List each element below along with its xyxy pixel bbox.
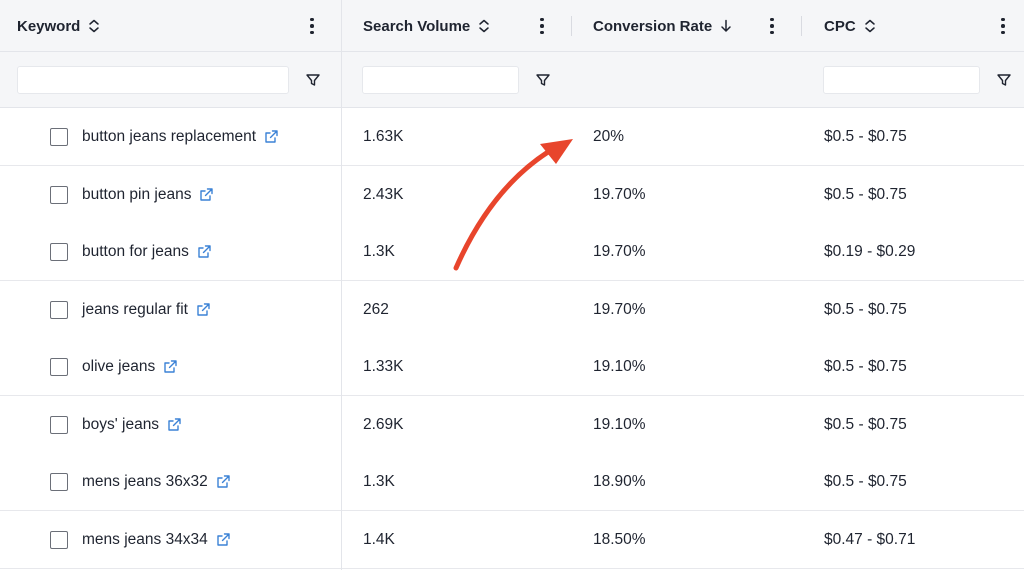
keyword-text: button pin jeans bbox=[82, 185, 192, 203]
keyword-cell: mens jeans 36x32 bbox=[82, 453, 231, 510]
row-checkbox[interactable] bbox=[50, 243, 68, 261]
column-divider bbox=[571, 16, 572, 36]
row-checkbox[interactable] bbox=[50, 416, 68, 434]
arrow-down-icon[interactable] bbox=[720, 19, 732, 33]
column-header-cpc[interactable]: CPC bbox=[824, 0, 876, 52]
external-link-icon[interactable] bbox=[199, 187, 214, 202]
table-row: button jeans replacement 1.63K 20% $0.5 … bbox=[0, 108, 1024, 166]
column-divider bbox=[341, 0, 342, 570]
table-row: button pin jeans 2.43K 19.70% $0.5 - $0.… bbox=[0, 166, 1024, 224]
keyword-table: Keyword Search Volume Conversion Rate CP… bbox=[0, 0, 1024, 570]
table-row: mens jeans 36x32 1.3K 18.90% $0.5 - $0.7… bbox=[0, 453, 1024, 511]
external-link-icon[interactable] bbox=[264, 129, 279, 144]
row-checkbox[interactable] bbox=[50, 473, 68, 491]
sort-updown-icon[interactable] bbox=[864, 19, 876, 33]
search-volume-filter-input[interactable] bbox=[362, 66, 519, 94]
column-header-label: Conversion Rate bbox=[593, 17, 713, 35]
column-header-search-volume[interactable]: Search Volume bbox=[363, 0, 490, 52]
keyword-text: jeans regular fit bbox=[82, 300, 188, 318]
cpc-cell: $0.47 - $0.71 bbox=[824, 530, 916, 548]
conversion-rate-cell: 19.10% bbox=[593, 357, 646, 375]
filter-row bbox=[0, 52, 1024, 108]
row-checkbox[interactable] bbox=[50, 128, 68, 146]
kebab-menu-icon[interactable] bbox=[998, 16, 1008, 36]
column-header-label: Keyword bbox=[17, 17, 81, 35]
cpc-cell: $0.5 - $0.75 bbox=[824, 357, 907, 375]
keyword-text: button jeans replacement bbox=[82, 127, 257, 145]
cpc-cell: $0.5 - $0.75 bbox=[824, 415, 907, 433]
conversion-rate-cell: 19.70% bbox=[593, 242, 646, 260]
funnel-filter-icon[interactable] bbox=[534, 71, 552, 89]
keyword-text: button for jeans bbox=[82, 242, 189, 260]
table-row: boys' jeans 2.69K 19.10% $0.5 - $0.75 bbox=[0, 396, 1024, 454]
external-link-icon[interactable] bbox=[197, 244, 212, 259]
search-volume-cell: 1.4K bbox=[363, 530, 395, 548]
keyword-text: mens jeans 34x34 bbox=[82, 530, 208, 548]
kebab-menu-icon[interactable] bbox=[767, 16, 777, 36]
keyword-text: boys' jeans bbox=[82, 415, 160, 433]
search-volume-cell: 1.63K bbox=[363, 127, 404, 145]
keyword-cell: button pin jeans bbox=[82, 166, 214, 223]
cpc-cell: $0.19 - $0.29 bbox=[824, 242, 916, 260]
conversion-rate-cell: 18.50% bbox=[593, 530, 646, 548]
keyword-filter-input[interactable] bbox=[17, 66, 289, 94]
funnel-filter-icon[interactable] bbox=[995, 71, 1013, 89]
sort-updown-icon[interactable] bbox=[88, 19, 100, 33]
cpc-filter-input[interactable] bbox=[823, 66, 980, 94]
row-checkbox[interactable] bbox=[50, 186, 68, 204]
table-header-row: Keyword Search Volume Conversion Rate CP… bbox=[0, 0, 1024, 52]
funnel-filter-icon[interactable] bbox=[304, 71, 322, 89]
keyword-cell: button for jeans bbox=[82, 223, 212, 280]
external-link-icon[interactable] bbox=[163, 359, 178, 374]
keyword-cell: mens jeans 34x34 bbox=[82, 511, 231, 568]
external-link-icon[interactable] bbox=[216, 474, 231, 489]
row-checkbox[interactable] bbox=[50, 301, 68, 319]
keyword-cell: boys' jeans bbox=[82, 396, 182, 453]
search-volume-cell: 1.33K bbox=[363, 357, 404, 375]
table-row: olive jeans 1.33K 19.10% $0.5 - $0.75 bbox=[0, 338, 1024, 396]
cpc-cell: $0.5 - $0.75 bbox=[824, 472, 907, 490]
conversion-rate-cell: 19.10% bbox=[593, 415, 646, 433]
keyword-text: olive jeans bbox=[82, 357, 156, 375]
search-volume-cell: 1.3K bbox=[363, 242, 395, 260]
conversion-rate-cell: 18.90% bbox=[593, 472, 646, 490]
conversion-rate-cell: 19.70% bbox=[593, 300, 646, 318]
table-row: button for jeans 1.3K 19.70% $0.19 - $0.… bbox=[0, 223, 1024, 281]
search-volume-cell: 262 bbox=[363, 300, 389, 318]
cpc-cell: $0.5 - $0.75 bbox=[824, 127, 907, 145]
column-header-conversion-rate[interactable]: Conversion Rate bbox=[593, 0, 732, 52]
keyword-cell: button jeans replacement bbox=[82, 108, 279, 165]
column-header-label: CPC bbox=[824, 17, 856, 35]
column-divider bbox=[801, 16, 802, 36]
keyword-text: mens jeans 36x32 bbox=[82, 472, 208, 490]
kebab-menu-icon[interactable] bbox=[307, 16, 317, 36]
kebab-menu-icon[interactable] bbox=[537, 16, 547, 36]
external-link-icon[interactable] bbox=[196, 302, 211, 317]
keyword-cell: jeans regular fit bbox=[82, 281, 211, 338]
column-header-label: Search Volume bbox=[363, 17, 471, 35]
external-link-icon[interactable] bbox=[167, 417, 182, 432]
table-row: jeans regular fit 262 19.70% $0.5 - $0.7… bbox=[0, 281, 1024, 339]
sort-updown-icon[interactable] bbox=[478, 19, 490, 33]
column-header-keyword[interactable]: Keyword bbox=[17, 0, 100, 52]
conversion-rate-cell: 19.70% bbox=[593, 185, 646, 203]
search-volume-cell: 1.3K bbox=[363, 472, 395, 490]
table-row: mens jeans 34x34 1.4K 18.50% $0.47 - $0.… bbox=[0, 511, 1024, 569]
cpc-cell: $0.5 - $0.75 bbox=[824, 185, 907, 203]
keyword-cell: olive jeans bbox=[82, 338, 178, 395]
external-link-icon[interactable] bbox=[216, 532, 231, 547]
row-checkbox[interactable] bbox=[50, 531, 68, 549]
search-volume-cell: 2.43K bbox=[363, 185, 404, 203]
cpc-cell: $0.5 - $0.75 bbox=[824, 300, 907, 318]
row-checkbox[interactable] bbox=[50, 358, 68, 376]
conversion-rate-cell: 20% bbox=[593, 127, 625, 145]
search-volume-cell: 2.69K bbox=[363, 415, 404, 433]
